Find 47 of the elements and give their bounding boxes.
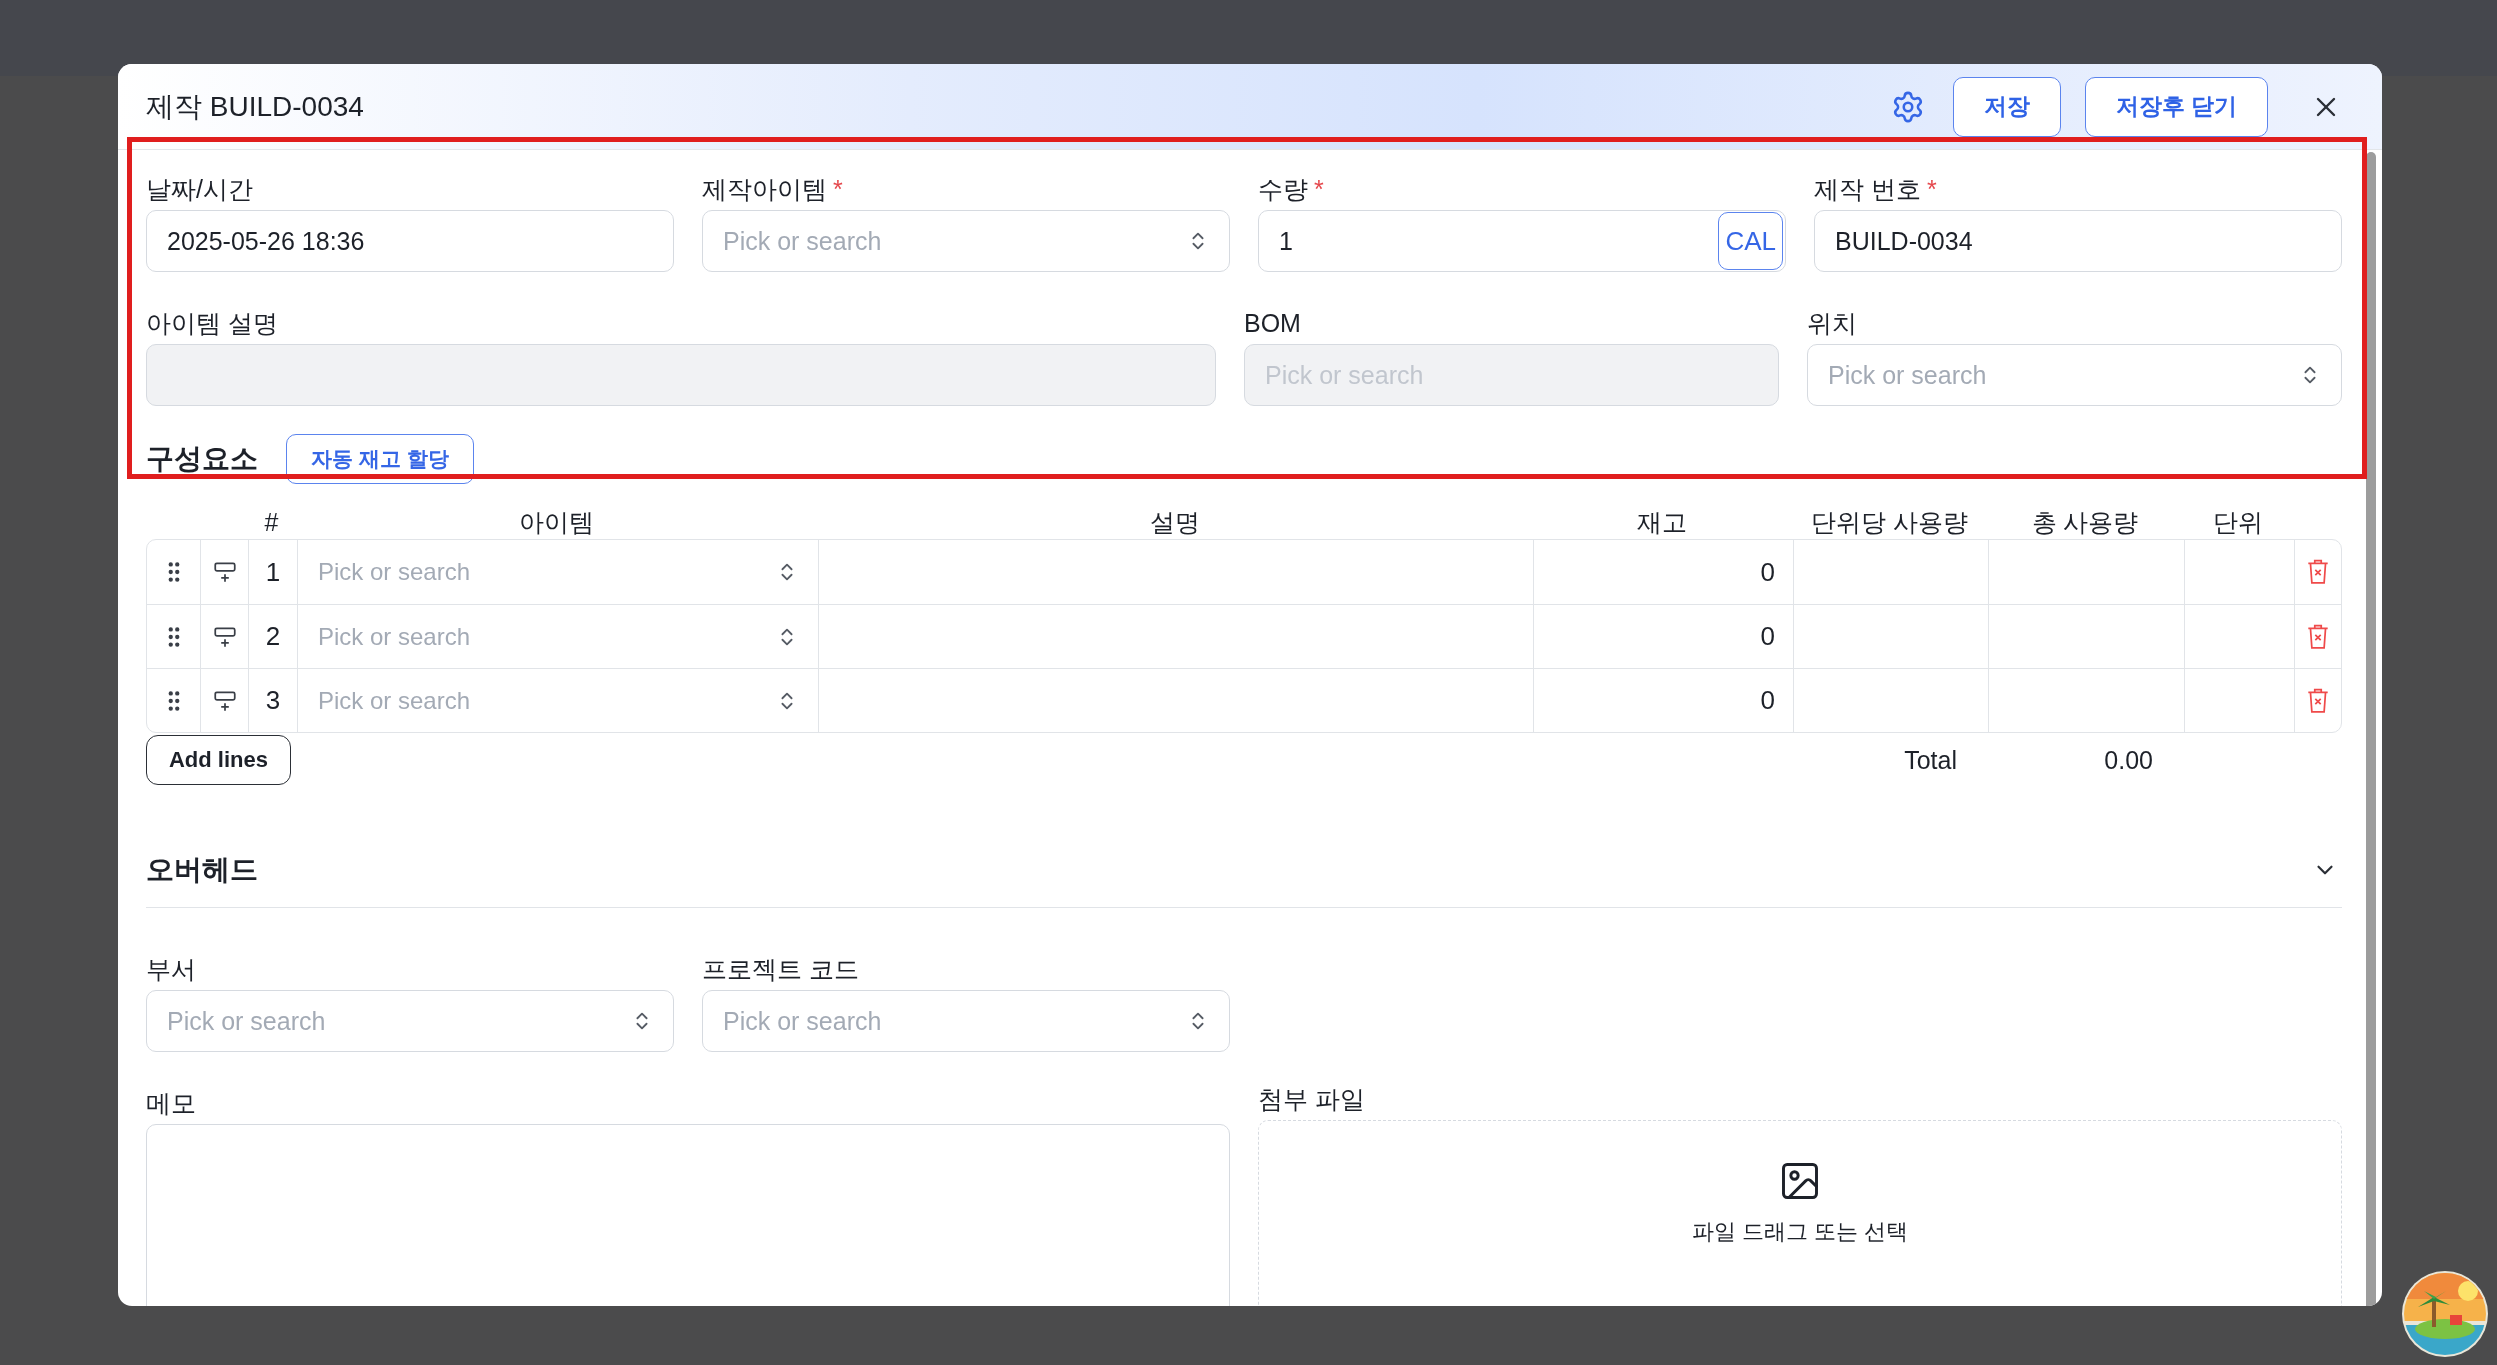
column-header: 단위당 사용량: [1810, 507, 1969, 538]
delete-button[interactable]: [2305, 558, 2331, 586]
field-label: 제작 번호 *: [1814, 174, 1938, 204]
row-number: 3: [265, 685, 281, 716]
table-cell: 0: [1533, 669, 1793, 732]
field-label: 아이템 설명: [146, 308, 279, 338]
column-header: 총 사용량: [2030, 507, 2140, 538]
scrollbar-thumb[interactable]: [2366, 152, 2376, 1306]
column-header: #: [263, 508, 280, 537]
delete-button[interactable]: [2305, 686, 2331, 715]
field-label: 첨부 파일: [1258, 1084, 1366, 1114]
section-title: 구성요소: [146, 442, 258, 476]
column-header: 설명: [1148, 507, 1201, 538]
dialog-title: 제작 BUILD-0034: [146, 89, 365, 124]
total-label: Total: [1903, 745, 1958, 775]
required-mark: *: [1926, 175, 1937, 203]
number-field[interactable]: 1 CAL: [1258, 210, 1786, 272]
save-button[interactable]: 저장: [1952, 76, 2061, 137]
cal-button[interactable]: CAL: [1718, 212, 1783, 270]
required-mark: *: [1314, 175, 1324, 203]
field-label: 날짜/시간: [146, 174, 254, 204]
text-field[interactable]: BUILD-0034: [1814, 210, 2342, 272]
table-cell: 0: [1533, 540, 1793, 604]
column-header: 단위: [2212, 507, 2264, 538]
field-label: BOM: [1244, 308, 1302, 338]
file-drop-zone[interactable]: 파일 드래그 또는 선택: [1258, 1120, 2342, 1306]
field-label: 수량 *: [1258, 174, 1325, 204]
field-label: 프로젝트 코드: [702, 954, 860, 984]
field-label: 부서: [146, 954, 197, 984]
insert-row-icon: [211, 559, 238, 585]
column-header: 아이템: [518, 507, 595, 538]
total-value: 0.00: [2103, 745, 2154, 775]
required-mark: *: [833, 175, 843, 203]
delete-button[interactable]: [2305, 622, 2331, 651]
column-header: 재고: [1636, 507, 1688, 538]
memo-field[interactable]: [146, 1124, 1230, 1306]
field-label: 제작아이템 *: [702, 174, 844, 204]
text-field[interactable]: 2025-05-26 18:36: [146, 210, 674, 272]
save-button[interactable]: 저장후 닫기: [2084, 76, 2268, 137]
section-title: 오버헤드: [146, 853, 258, 887]
field-label: 위치: [1807, 308, 1858, 338]
field-label: 메모: [146, 1088, 197, 1118]
row-number: 1: [265, 556, 281, 588]
insert-row-button[interactable]: [211, 559, 238, 585]
table-cell: 0: [1533, 605, 1793, 668]
add-lines-button[interactable]: Add lines: [146, 735, 291, 785]
row-number: 2: [265, 621, 281, 652]
